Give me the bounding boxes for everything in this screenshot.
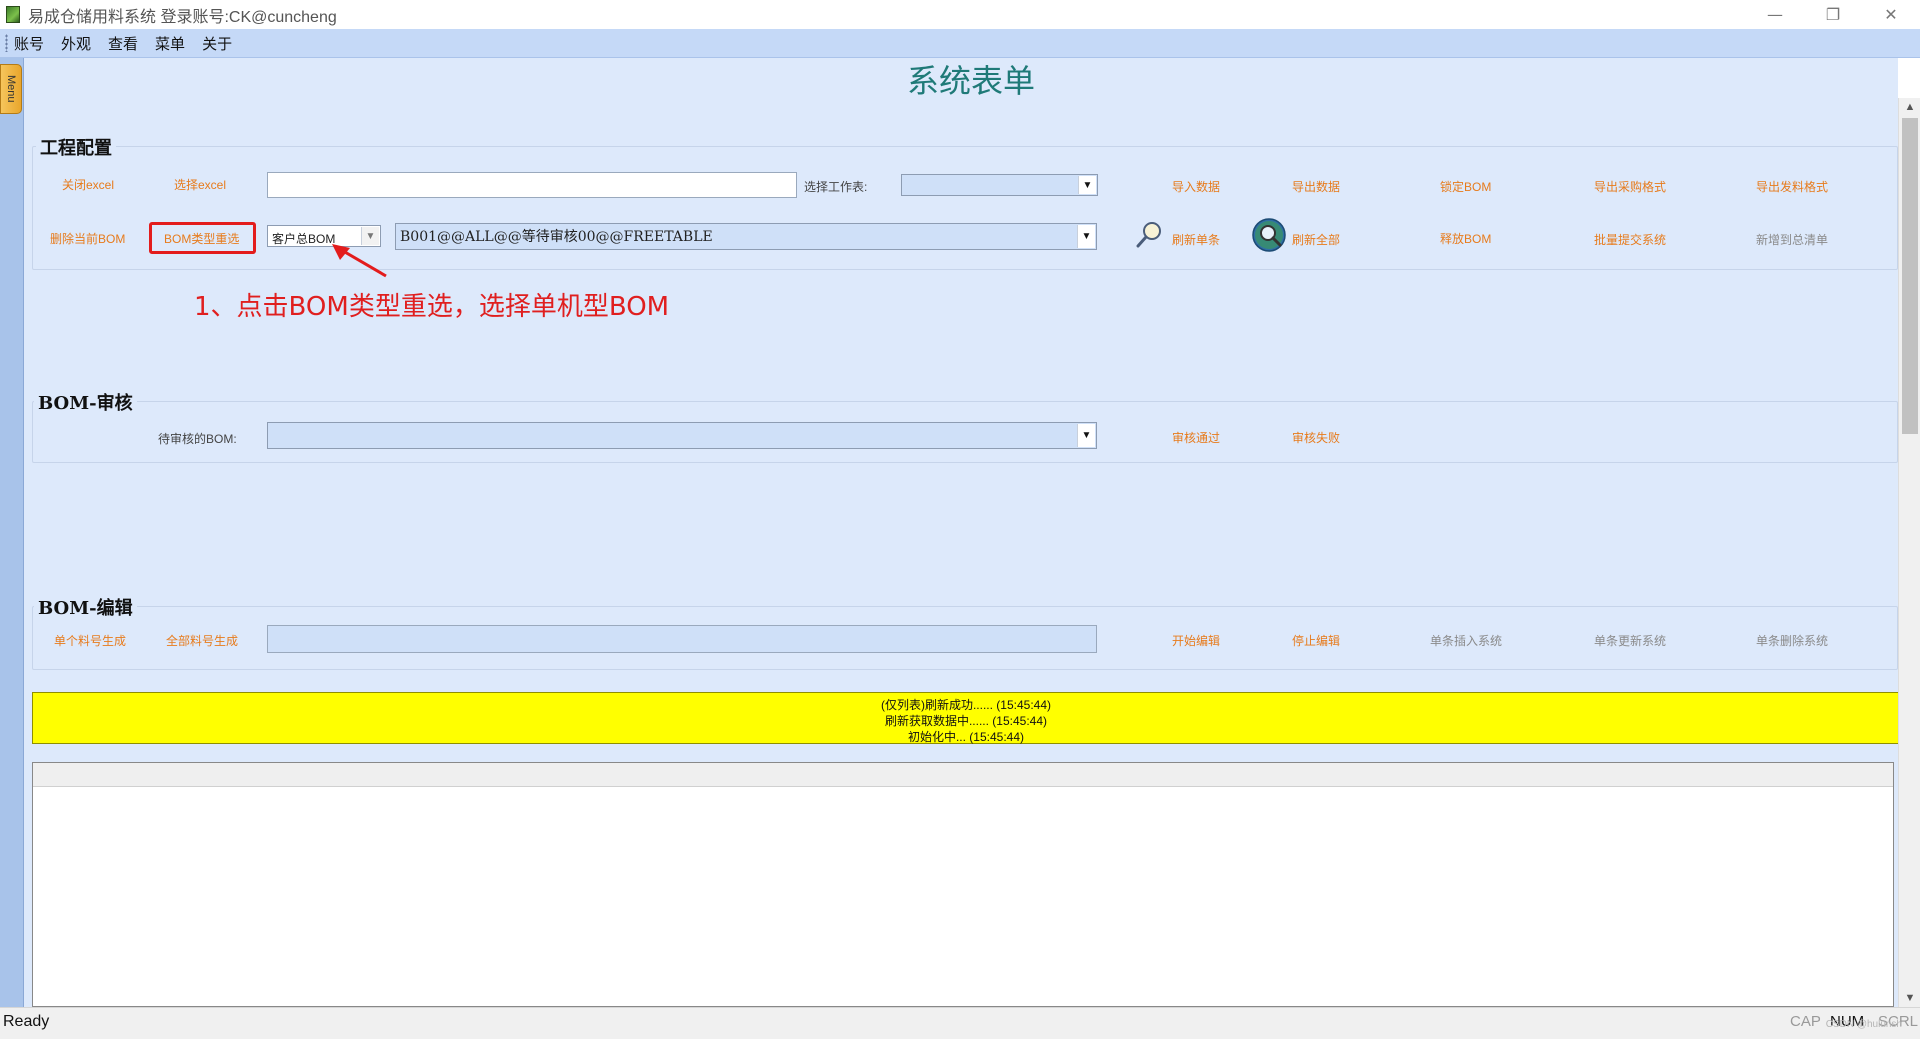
restore-button[interactable]: ❐	[1804, 0, 1862, 29]
magnifier-icon[interactable]	[1134, 220, 1164, 250]
bom-edit-title: BOM-编辑	[34, 594, 137, 620]
pending-bom-select[interactable]: ▼	[267, 422, 1097, 449]
status-log: (仅列表)刷新成功...... (15:45:44) 刷新获取数据中......…	[32, 692, 1898, 744]
status-bar: Ready CAP NUM SCRL CSDN @hulunsh	[0, 1007, 1920, 1039]
delete-single-button[interactable]: 单条删除系统	[1756, 632, 1828, 649]
engineering-config-group	[32, 146, 1898, 270]
log-line: (仅列表)刷新成功...... (15:45:44)	[880, 698, 1052, 712]
batch-submit-button[interactable]: 批量提交系统	[1594, 231, 1666, 248]
select-excel-button[interactable]: 选择excel	[174, 176, 226, 193]
annotation-arrow-icon	[332, 244, 387, 278]
vertical-scrollbar[interactable]: ▲ ▼	[1898, 98, 1920, 1007]
bom-select[interactable]: B001@@ALL@@等待审核00@@FREETABLE ▼	[395, 223, 1097, 250]
sheet-select[interactable]: ▼	[901, 174, 1098, 196]
scrollbar-thumb[interactable]	[1902, 118, 1918, 434]
single-part-gen-button[interactable]: 单个料号生成	[54, 632, 126, 649]
grid-header	[33, 763, 1893, 787]
export-data-button[interactable]: 导出数据	[1292, 178, 1340, 195]
add-to-list-button[interactable]: 新增到总清单	[1756, 231, 1828, 248]
status-text: Ready	[3, 1013, 50, 1030]
sheet-label: 选择工作表:	[804, 180, 868, 194]
menu-menu[interactable]: 菜单	[155, 33, 185, 54]
stop-edit-button[interactable]: 停止编辑	[1292, 632, 1340, 649]
menu-bar: 账号 外观 查看 菜单 关于	[0, 29, 1920, 58]
menu-grip-icon[interactable]	[5, 34, 8, 52]
start-edit-button[interactable]: 开始编辑	[1172, 632, 1220, 649]
cap-indicator: CAP	[1790, 1013, 1821, 1030]
approve-button[interactable]: 审核通过	[1172, 429, 1220, 446]
all-part-gen-button[interactable]: 全部料号生成	[166, 632, 238, 649]
excel-path-input[interactable]	[267, 172, 797, 198]
scroll-down-icon[interactable]: ▼	[1899, 989, 1920, 1007]
export-purchase-button[interactable]: 导出采购格式	[1594, 178, 1666, 195]
release-bom-button[interactable]: 释放BOM	[1440, 230, 1491, 247]
close-excel-button[interactable]: 关闭excel	[62, 176, 114, 193]
log-line: 刷新获取数据中...... (15:45:44)	[884, 714, 1048, 728]
refresh-single-button[interactable]: 刷新单条	[1172, 231, 1220, 248]
app-icon	[6, 6, 20, 23]
watermark: CSDN @hulunsh	[1825, 1019, 1902, 1030]
engineering-config-title: 工程配置	[36, 134, 116, 160]
insert-single-button[interactable]: 单条插入系统	[1430, 632, 1502, 649]
pending-bom-label: 待审核的BOM:	[158, 432, 237, 446]
instruction-annotation: 1、点击BOM类型重选，选择单机型BOM	[194, 292, 670, 322]
menu-appearance[interactable]: 外观	[61, 33, 91, 54]
main-form: 系统表单 工程配置 关闭excel 选择excel 选择工作表: ▼ 导入数据 …	[24, 58, 1898, 1007]
sidebar-menu-label: Menu	[5, 75, 17, 103]
window-title: 易成仓储用料系统 登录账号:CK@cuncheng	[28, 8, 337, 26]
menu-view[interactable]: 查看	[108, 33, 138, 54]
export-issue-button[interactable]: 导出发料格式	[1756, 178, 1828, 195]
import-data-button[interactable]: 导入数据	[1172, 178, 1220, 195]
minimize-button[interactable]: —	[1746, 0, 1804, 29]
lock-bom-button[interactable]: 锁定BOM	[1440, 178, 1491, 195]
bom-review-title: BOM-审核	[34, 389, 137, 415]
sidebar-menu-tab[interactable]: Menu	[0, 64, 22, 114]
scroll-up-icon[interactable]: ▲	[1899, 98, 1920, 116]
form-title: 系统表单	[906, 62, 1035, 100]
refresh-all-button[interactable]: 刷新全部	[1292, 231, 1340, 248]
log-line: 初始化中... (15:45:44)	[907, 730, 1025, 744]
menu-account[interactable]: 账号	[14, 33, 44, 54]
chevron-down-icon[interactable]: ▼	[1078, 176, 1096, 194]
data-grid[interactable]	[32, 762, 1894, 1007]
window-controls: — ❐ ✕	[1746, 0, 1920, 29]
menu-about[interactable]: 关于	[202, 33, 232, 54]
bom-edit-input[interactable]	[267, 625, 1097, 653]
chevron-down-icon[interactable]: ▼	[1077, 225, 1095, 248]
bom-select-value: B001@@ALL@@等待审核00@@FREETABLE	[400, 229, 713, 245]
left-sidebar: Menu	[0, 58, 24, 1007]
close-button[interactable]: ✕	[1862, 0, 1920, 29]
globe-search-icon[interactable]	[1251, 217, 1287, 253]
delete-bom-button[interactable]: 删除当前BOM	[50, 230, 125, 247]
update-single-button[interactable]: 单条更新系统	[1594, 632, 1666, 649]
bom-type-reselect-button[interactable]: BOM类型重选	[164, 230, 239, 247]
chevron-down-icon[interactable]: ▼	[1077, 424, 1095, 447]
reject-button[interactable]: 审核失败	[1292, 429, 1340, 446]
title-bar: 易成仓储用料系统 登录账号:CK@cuncheng — ❐ ✕	[0, 0, 1920, 29]
